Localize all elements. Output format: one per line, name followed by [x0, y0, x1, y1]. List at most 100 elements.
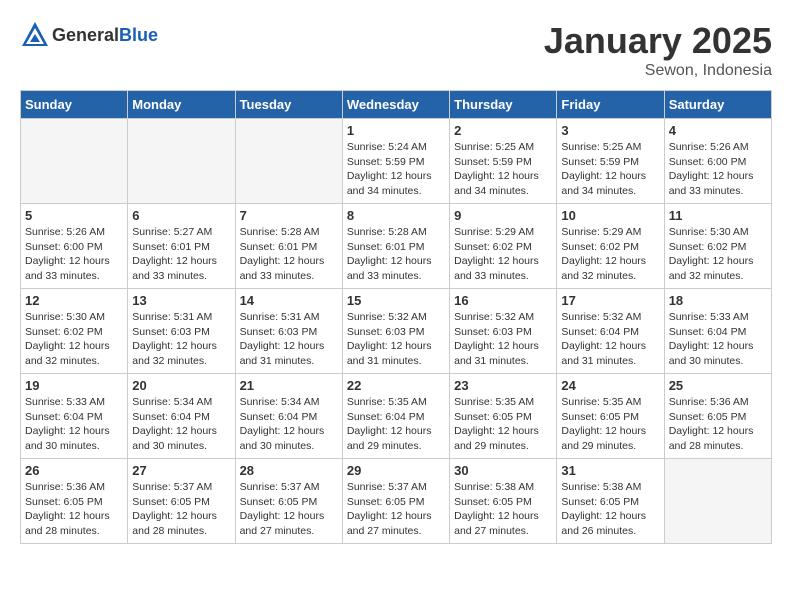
calendar-table: SundayMondayTuesdayWednesdayThursdayFrid…	[20, 90, 772, 544]
day-info-26: Sunrise: 5:36 AM Sunset: 6:05 PM Dayligh…	[25, 480, 123, 539]
day-info-8: Sunrise: 5:28 AM Sunset: 6:01 PM Dayligh…	[347, 225, 445, 284]
day-number-13: 13	[132, 293, 230, 308]
weekday-header-monday: Monday	[128, 91, 235, 119]
day-number-10: 10	[561, 208, 659, 223]
calendar-title: January 2025	[544, 20, 772, 62]
day-number-31: 31	[561, 463, 659, 478]
logo-blue: Blue	[119, 25, 158, 45]
empty-cell	[664, 459, 771, 544]
day-info-7: Sunrise: 5:28 AM Sunset: 6:01 PM Dayligh…	[240, 225, 338, 284]
day-info-28: Sunrise: 5:37 AM Sunset: 6:05 PM Dayligh…	[240, 480, 338, 539]
day-cell-29: 29 Sunrise: 5:37 AM Sunset: 6:05 PM Dayli…	[342, 459, 449, 544]
day-cell-1: 1 Sunrise: 5:24 AM Sunset: 5:59 PM Daylig…	[342, 119, 449, 204]
day-info-5: Sunrise: 5:26 AM Sunset: 6:00 PM Dayligh…	[25, 225, 123, 284]
day-cell-4: 4 Sunrise: 5:26 AM Sunset: 6:00 PM Daylig…	[664, 119, 771, 204]
day-number-8: 8	[347, 208, 445, 223]
day-number-25: 25	[669, 378, 767, 393]
day-info-19: Sunrise: 5:33 AM Sunset: 6:04 PM Dayligh…	[25, 395, 123, 454]
empty-cell	[21, 119, 128, 204]
day-number-5: 5	[25, 208, 123, 223]
calendar-subtitle: Sewon, Indonesia	[544, 62, 772, 80]
title-block: January 2025 Sewon, Indonesia	[544, 20, 772, 80]
day-info-30: Sunrise: 5:38 AM Sunset: 6:05 PM Dayligh…	[454, 480, 552, 539]
day-info-17: Sunrise: 5:32 AM Sunset: 6:04 PM Dayligh…	[561, 310, 659, 369]
day-cell-10: 10 Sunrise: 5:29 AM Sunset: 6:02 PM Dayli…	[557, 204, 664, 289]
day-cell-3: 3Sunrise: 5:25 AM Sunset: 5:59 PM Daylig…	[557, 119, 664, 204]
day-number-12: 12	[25, 293, 123, 308]
weekday-header-thursday: Thursday	[450, 91, 557, 119]
empty-cell	[235, 119, 342, 204]
day-cell-27: 27Sunrise: 5:37 AM Sunset: 6:05 PM Dayli…	[128, 459, 235, 544]
day-number-3: 3	[561, 123, 659, 138]
day-cell-15: 15Sunrise: 5:32 AM Sunset: 6:03 PM Dayli…	[342, 289, 449, 374]
day-info-20: Sunrise: 5:34 AM Sunset: 6:04 PM Dayligh…	[132, 395, 230, 454]
day-info-31: Sunrise: 5:38 AM Sunset: 6:05 PM Dayligh…	[561, 480, 659, 539]
day-number-11: 11	[669, 208, 767, 223]
day-number-17: 17	[561, 293, 659, 308]
day-cell-13: 13 Sunrise: 5:31 AM Sunset: 6:03 PM Dayli…	[128, 289, 235, 374]
day-info-23: Sunrise: 5:35 AM Sunset: 6:05 PM Dayligh…	[454, 395, 552, 454]
day-cell-21: 21 Sunrise: 5:34 AM Sunset: 6:04 PM Dayli…	[235, 374, 342, 459]
day-number-24: 24	[561, 378, 659, 393]
day-cell-5: 5 Sunrise: 5:26 AM Sunset: 6:00 PM Daylig…	[21, 204, 128, 289]
day-number-28: 28	[240, 463, 338, 478]
day-number-1: 1	[347, 123, 445, 138]
day-cell-30: 30 Sunrise: 5:38 AM Sunset: 6:05 PM Dayli…	[450, 459, 557, 544]
day-number-29: 29	[347, 463, 445, 478]
week-row-1: 1 Sunrise: 5:24 AM Sunset: 5:59 PM Daylig…	[21, 119, 772, 204]
day-number-30: 30	[454, 463, 552, 478]
day-info-21: Sunrise: 5:34 AM Sunset: 6:04 PM Dayligh…	[240, 395, 338, 454]
weekday-header-sunday: Sunday	[21, 91, 128, 119]
page-header: GeneralBlue January 2025 Sewon, Indonesi…	[20, 20, 772, 80]
day-info-10: Sunrise: 5:29 AM Sunset: 6:02 PM Dayligh…	[561, 225, 659, 284]
day-number-9: 9	[454, 208, 552, 223]
empty-cell	[128, 119, 235, 204]
day-number-21: 21	[240, 378, 338, 393]
logo-icon	[20, 20, 50, 50]
day-cell-25: 25 Sunrise: 5:36 AM Sunset: 6:05 PM Dayli…	[664, 374, 771, 459]
day-info-16: Sunrise: 5:32 AM Sunset: 6:03 PM Dayligh…	[454, 310, 552, 369]
day-number-23: 23	[454, 378, 552, 393]
day-cell-18: 18 Sunrise: 5:33 AM Sunset: 6:04 PM Dayli…	[664, 289, 771, 374]
day-info-1: Sunrise: 5:24 AM Sunset: 5:59 PM Dayligh…	[347, 140, 445, 199]
day-number-18: 18	[669, 293, 767, 308]
day-number-14: 14	[240, 293, 338, 308]
day-cell-12: 12Sunrise: 5:30 AM Sunset: 6:02 PM Dayli…	[21, 289, 128, 374]
day-info-11: Sunrise: 5:30 AM Sunset: 6:02 PM Dayligh…	[669, 225, 767, 284]
day-cell-28: 28 Sunrise: 5:37 AM Sunset: 6:05 PM Dayli…	[235, 459, 342, 544]
weekday-header-friday: Friday	[557, 91, 664, 119]
weekday-header-saturday: Saturday	[664, 91, 771, 119]
day-number-27: 27	[132, 463, 230, 478]
logo-general: General	[52, 25, 119, 45]
day-info-4: Sunrise: 5:26 AM Sunset: 6:00 PM Dayligh…	[669, 140, 767, 199]
day-number-4: 4	[669, 123, 767, 138]
day-number-22: 22	[347, 378, 445, 393]
weekday-header-wednesday: Wednesday	[342, 91, 449, 119]
week-row-4: 19 Sunrise: 5:33 AM Sunset: 6:04 PM Dayli…	[21, 374, 772, 459]
day-cell-17: 17 Sunrise: 5:32 AM Sunset: 6:04 PM Dayli…	[557, 289, 664, 374]
day-info-24: Sunrise: 5:35 AM Sunset: 6:05 PM Dayligh…	[561, 395, 659, 454]
day-info-18: Sunrise: 5:33 AM Sunset: 6:04 PM Dayligh…	[669, 310, 767, 369]
day-cell-7: 7 Sunrise: 5:28 AM Sunset: 6:01 PM Daylig…	[235, 204, 342, 289]
day-info-25: Sunrise: 5:36 AM Sunset: 6:05 PM Dayligh…	[669, 395, 767, 454]
day-cell-31: 31 Sunrise: 5:38 AM Sunset: 6:05 PM Dayli…	[557, 459, 664, 544]
day-number-20: 20	[132, 378, 230, 393]
day-cell-26: 26 Sunrise: 5:36 AM Sunset: 6:05 PM Dayli…	[21, 459, 128, 544]
day-cell-16: 16Sunrise: 5:32 AM Sunset: 6:03 PM Dayli…	[450, 289, 557, 374]
day-info-14: Sunrise: 5:31 AM Sunset: 6:03 PM Dayligh…	[240, 310, 338, 369]
day-cell-6: 6Sunrise: 5:27 AM Sunset: 6:01 PM Daylig…	[128, 204, 235, 289]
day-number-7: 7	[240, 208, 338, 223]
day-info-15: Sunrise: 5:32 AM Sunset: 6:03 PM Dayligh…	[347, 310, 445, 369]
day-number-2: 2	[454, 123, 552, 138]
day-number-6: 6	[132, 208, 230, 223]
day-number-19: 19	[25, 378, 123, 393]
logo: GeneralBlue	[20, 20, 158, 50]
weekday-header-row: SundayMondayTuesdayWednesdayThursdayFrid…	[21, 91, 772, 119]
week-row-3: 12Sunrise: 5:30 AM Sunset: 6:02 PM Dayli…	[21, 289, 772, 374]
day-info-29: Sunrise: 5:37 AM Sunset: 6:05 PM Dayligh…	[347, 480, 445, 539]
day-number-26: 26	[25, 463, 123, 478]
day-info-13: Sunrise: 5:31 AM Sunset: 6:03 PM Dayligh…	[132, 310, 230, 369]
day-info-9: Sunrise: 5:29 AM Sunset: 6:02 PM Dayligh…	[454, 225, 552, 284]
day-cell-9: 9 Sunrise: 5:29 AM Sunset: 6:02 PM Daylig…	[450, 204, 557, 289]
day-cell-24: 24 Sunrise: 5:35 AM Sunset: 6:05 PM Dayli…	[557, 374, 664, 459]
